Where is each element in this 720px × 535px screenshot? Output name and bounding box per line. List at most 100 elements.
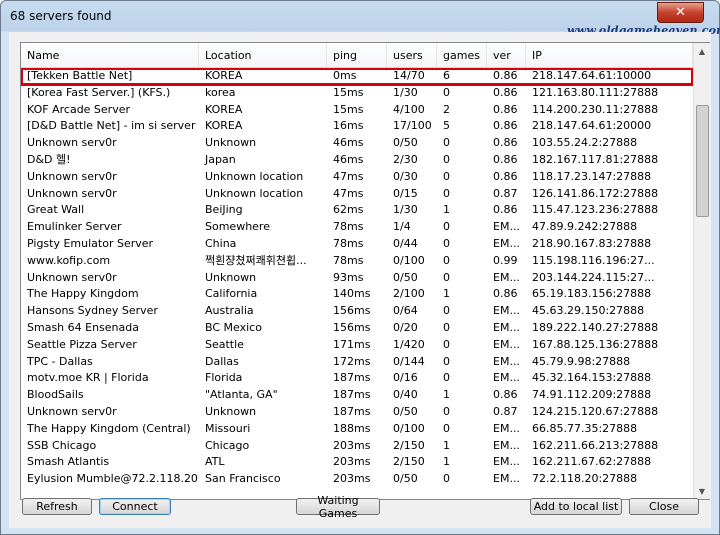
cell-location: BeiJing — [205, 203, 243, 217]
cell-ip: 126.141.86.172:27888 — [532, 186, 659, 200]
server-row[interactable]: SSB Chicago Chicago 203ms 2/150 1 EM... 162.21… — [21, 438, 693, 455]
server-row[interactable]: TPC - Dallas Dallas 172ms 0/144 0 EM... 45.79.… — [21, 354, 693, 371]
close-button[interactable]: Close — [629, 498, 699, 515]
title-bar[interactable]: 68 servers found ✕ www.oldgameheaven.com — [1, 1, 720, 37]
cell-name: The Happy Kingdom (Central) — [27, 421, 191, 435]
cell-ver: 0.86 — [493, 85, 518, 99]
column-header-ver[interactable]: ver — [487, 43, 526, 67]
cell-ip: 203.144.224.115:27... — [532, 270, 655, 284]
cell-ping: 140ms — [333, 287, 371, 301]
cell-location: KOREA — [205, 102, 243, 116]
server-row[interactable]: Unknown serv0r Unknown location 47ms 0/15 0 0… — [21, 186, 693, 203]
cell-games: 1 — [443, 388, 450, 402]
cell-ping: 172ms — [333, 354, 371, 368]
server-row[interactable]: Seattle Pizza Server Seattle 171ms 1/420 0 EM… — [21, 337, 693, 354]
column-header-ping[interactable]: ping — [327, 43, 387, 67]
cell-location: BC Mexico — [205, 320, 262, 334]
cell-ip: 189.222.140.27:27888 — [532, 320, 659, 334]
cell-location: Missouri — [205, 421, 251, 435]
column-header-users[interactable]: users — [387, 43, 437, 67]
vertical-scrollbar[interactable]: ▲ ▼ — [693, 43, 710, 499]
server-row[interactable]: Hansons Sydney Server Australia 156ms 0/64 0… — [21, 303, 693, 320]
column-header-ip[interactable]: IP — [526, 43, 693, 67]
client-area: Name Location ping users games ver IP [Tekken … — [9, 32, 711, 528]
server-row[interactable]: BloodSails "Atlanta, GA" 187ms 0/40 1 0.86 74.… — [21, 387, 693, 404]
cell-games: 1 — [443, 203, 450, 217]
refresh-button[interactable]: Refresh — [22, 498, 92, 515]
cell-ver: 0.86 — [493, 203, 518, 217]
cell-users: 0/16 — [393, 371, 418, 385]
cell-ping: 156ms — [333, 320, 371, 334]
server-row[interactable]: Unknown serv0r Unknown 46ms 0/50 0 0.86 103.55… — [21, 135, 693, 152]
server-row[interactable]: The Happy Kingdom California 140ms 2/100 1 0.… — [21, 286, 693, 303]
cell-ver: 0.87 — [493, 404, 518, 418]
server-list[interactable]: Name Location ping users games ver IP [Tekken … — [20, 42, 710, 500]
server-row[interactable]: www.kofip.com 쩍횐쟝쳤쩌쾌휘쳔휩... 78ms 0/100 0 0.99 1… — [21, 253, 693, 270]
server-row[interactable]: Emulinker Server Somewhere 78ms 1/4 0 EM... 47… — [21, 219, 693, 236]
cell-games: 0 — [443, 253, 450, 267]
cell-ip: 162.211.66.213:27888 — [532, 438, 659, 452]
scroll-up-icon[interactable]: ▲ — [694, 43, 710, 59]
server-row[interactable]: KOF Arcade Server KOREA 15ms 4/100 2 0.86 114.… — [21, 102, 693, 119]
server-row[interactable]: Smash 64 Ensenada BC Mexico 156ms 0/20 0 EM..… — [21, 320, 693, 337]
cell-games: 0 — [443, 472, 450, 486]
cell-ip: 115.47.123.236:27888 — [532, 203, 659, 217]
window-close-button[interactable]: ✕ — [657, 2, 704, 23]
add-to-local-list-button[interactable]: Add to local list — [530, 498, 622, 515]
cell-ip: 45.79.9.98:27888 — [532, 354, 631, 368]
connect-button[interactable]: Connect — [99, 498, 171, 515]
cell-users: 0/50 — [393, 472, 418, 486]
cell-location: Australia — [205, 304, 254, 318]
cell-ping: 93ms — [333, 270, 364, 284]
cell-name: Emulinker Server — [27, 220, 122, 234]
cell-games: 0 — [443, 236, 450, 250]
scroll-down-icon[interactable]: ▼ — [694, 483, 710, 499]
cell-games: 0 — [443, 337, 450, 351]
cell-games: 0 — [443, 304, 450, 318]
server-row[interactable]: motv.moe KR | Florida Florida 187ms 0/16 0 EM… — [21, 370, 693, 387]
cell-location: Dallas — [205, 354, 239, 368]
server-row[interactable]: Unknown serv0r Unknown 187ms 0/50 0 0.87 124.2… — [21, 404, 693, 421]
cell-ip: 66.85.77.35:27888 — [532, 421, 638, 435]
cell-name: Unknown serv0r — [27, 169, 117, 183]
close-icon: ✕ — [675, 5, 686, 20]
cell-location: 쩍횐쟝쳤쩌쾌휘쳔휩... — [205, 253, 307, 267]
server-row[interactable]: Eylusion Mumble@72.2.118.20 eyl... San Fr… — [21, 471, 693, 488]
cell-ping: 187ms — [333, 371, 371, 385]
server-row[interactable]: Smash Atlantis ATL 203ms 2/150 1 EM... 162.211… — [21, 454, 693, 471]
waiting-games-button[interactable]: Waiting Games — [296, 494, 380, 520]
cell-games: 0 — [443, 371, 450, 385]
cell-ip: 47.89.9.242:27888 — [532, 220, 638, 234]
server-row[interactable]: D&D 헬! Japan 46ms 2/30 0 0.86 182.167.117.81:2… — [21, 152, 693, 169]
cell-users: 2/150 — [393, 438, 425, 452]
cell-ver: EM... — [493, 337, 520, 351]
cell-ip: 74.91.112.209:27888 — [532, 388, 652, 402]
server-row[interactable]: Great Wall BeiJing 62ms 1/30 1 0.86 115.47.123… — [21, 202, 693, 219]
cell-ver: 0.87 — [493, 186, 518, 200]
server-row[interactable]: Unknown serv0r Unknown location 47ms 0/30 0 0… — [21, 169, 693, 186]
server-row[interactable]: Pigsty Emulator Server China 78ms 0/44 0 EM..… — [21, 236, 693, 253]
column-header-games[interactable]: games — [437, 43, 487, 67]
server-row[interactable]: [Korea Fast Server.] (KFS.) korea 15ms 1/30… — [21, 85, 693, 102]
column-header-location[interactable]: Location — [199, 43, 327, 67]
cell-users: 0/50 — [393, 270, 418, 284]
cell-ver: EM... — [493, 270, 520, 284]
cell-games: 6 — [443, 69, 450, 82]
cell-users: 0/100 — [393, 421, 425, 435]
server-row[interactable]: [D&D Battle Net] - im si server KOREA 16ms… — [21, 118, 693, 135]
server-row[interactable]: Unknown serv0r Unknown 93ms 0/50 0 EM... 203.1… — [21, 270, 693, 287]
cell-ip: 218.90.167.83:27888 — [532, 236, 652, 250]
cell-name: Unknown serv0r — [27, 136, 117, 150]
cell-name: SSB Chicago — [27, 438, 97, 452]
cell-location: Chicago — [205, 438, 250, 452]
cell-ver: 0.86 — [493, 102, 518, 116]
cell-ip: 162.211.67.62:27888 — [532, 455, 652, 469]
cell-ver: EM... — [493, 220, 520, 234]
cell-ping: 78ms — [333, 220, 364, 234]
scroll-thumb[interactable] — [696, 105, 709, 217]
server-row-selected[interactable]: [Tekken Battle Net] KOREA 0ms 14/70 6 0.86 218… — [21, 68, 693, 86]
column-header-name[interactable]: Name — [21, 43, 199, 67]
cell-name: The Happy Kingdom — [27, 287, 139, 301]
cell-ver: 0.86 — [493, 169, 518, 183]
server-row[interactable]: The Happy Kingdom (Central) Missouri 188ms… — [21, 421, 693, 438]
